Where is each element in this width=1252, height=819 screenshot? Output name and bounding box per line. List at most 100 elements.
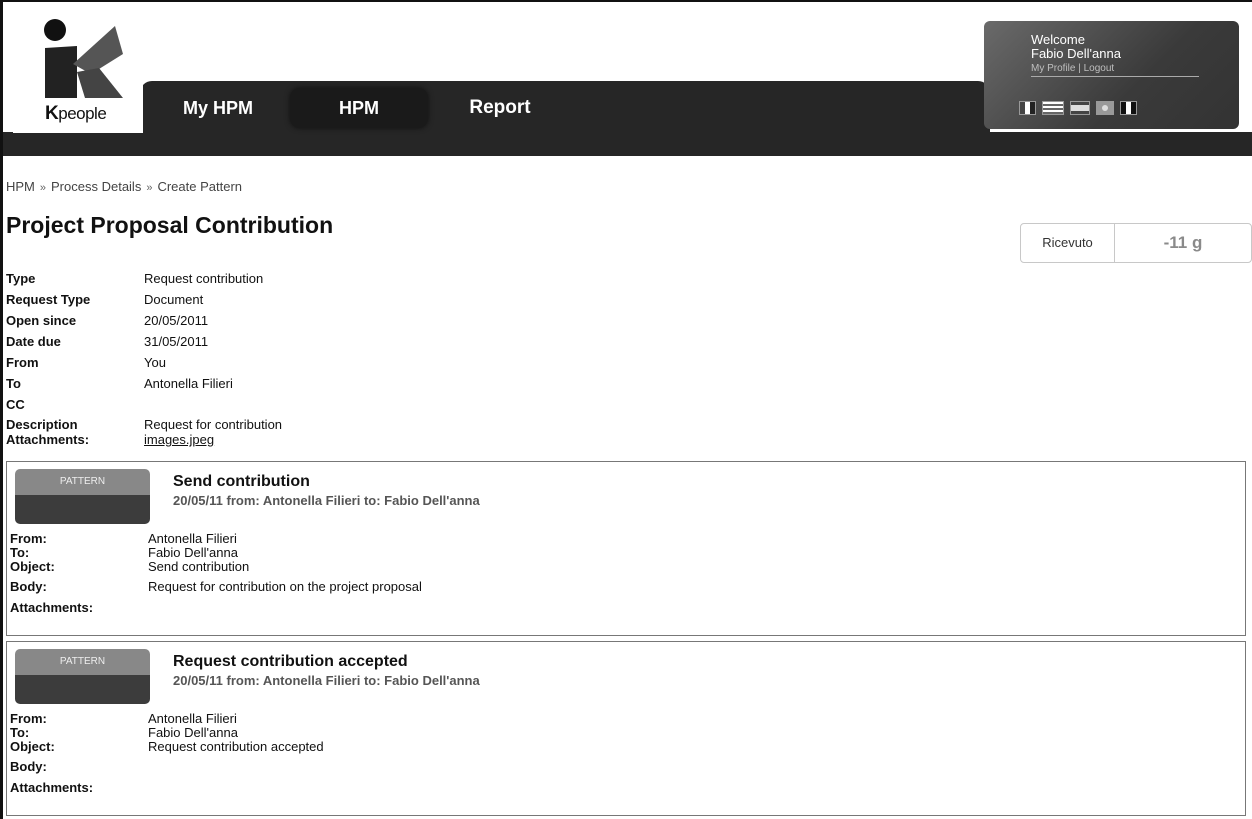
pattern-button[interactable]: PATTERN: [15, 649, 150, 704]
message-subtitle: 20/05/11 from: Antonella Filieri to: Fab…: [173, 493, 480, 508]
message-card: PATTERN Send contribution 20/05/11 from:…: [6, 461, 1246, 636]
link-separator: |: [1075, 63, 1084, 74]
breadcrumb: HPM » Process Details » Create Pattern: [6, 179, 242, 194]
detail-value: Request for contribution: [144, 417, 283, 432]
message-field-to: To: Fabio Dell'anna: [10, 546, 422, 560]
detail-value: Antonella Filieri: [144, 376, 233, 391]
field-value: Fabio Dell'anna: [148, 725, 238, 740]
detail-label: To: [6, 376, 21, 391]
logo-text: Kpeople: [45, 103, 107, 124]
logo[interactable]: Kpeople: [13, 6, 143, 133]
status-label: Ricevuto: [1021, 224, 1115, 262]
attachment-link[interactable]: images.jpeg: [144, 432, 214, 447]
pattern-badge-base: [15, 495, 150, 524]
detail-row-description: Description Request for contribution: [6, 415, 282, 432]
flag-japan-icon[interactable]: [1096, 101, 1114, 115]
status-days-remaining: -11 g: [1163, 233, 1203, 252]
field-value: Request contribution accepted: [148, 739, 324, 754]
status-box: Ricevuto -11 g: [1020, 223, 1252, 263]
app-window: Kpeople My HPM HPM Report Welcome Fabio …: [0, 0, 1252, 819]
detail-row-type: Type Request contribution: [6, 268, 282, 289]
my-profile-link[interactable]: My Profile: [1031, 63, 1075, 74]
tab-my-hpm[interactable]: My HPM: [163, 88, 273, 128]
user-panel: Welcome Fabio Dell'anna My Profile | Log…: [984, 21, 1239, 129]
flag-france-icon[interactable]: [1120, 101, 1137, 115]
detail-row-attachments: Attachments: images.jpeg: [6, 432, 282, 450]
field-value: Antonella Filieri: [148, 711, 237, 726]
tab-hpm[interactable]: HPM: [290, 88, 428, 128]
message-field-body: Body: Request for contribution on the pr…: [10, 580, 422, 594]
detail-row-open-since: Open since 20/05/2011: [6, 310, 282, 331]
message-field-body: Body:: [10, 760, 324, 774]
profile-links: My Profile | Logout: [1031, 63, 1199, 77]
message-subtitle: 20/05/11 from: Antonella Filieri to: Fab…: [173, 673, 480, 688]
flag-spain-icon[interactable]: [1070, 101, 1090, 115]
detail-label: CC: [6, 397, 25, 412]
message-field-attachments: Attachments:: [10, 781, 324, 795]
field-label: To:: [10, 545, 30, 560]
page-title: Project Proposal Contribution: [6, 212, 334, 238]
breadcrumb-create-pattern[interactable]: Create Pattern: [157, 179, 242, 194]
message-field-to: To: Fabio Dell'anna: [10, 726, 324, 740]
detail-label: Date due: [6, 334, 61, 349]
breadcrumb-separator: »: [39, 182, 47, 194]
message-field-object: Object: Request contribution accepted: [10, 740, 324, 754]
detail-row-date-due: Date due 31/05/2011: [6, 331, 282, 352]
message-fields: From: Antonella Filieri To: Fabio Dell'a…: [10, 532, 422, 615]
language-flags: [1019, 101, 1137, 115]
field-value: Antonella Filieri: [148, 531, 237, 546]
field-value: Send contribution: [148, 559, 250, 574]
message-field-attachments: Attachments:: [10, 601, 422, 615]
user-name: Fabio Dell'anna: [1031, 46, 1121, 61]
field-label: Object:: [10, 559, 55, 574]
message-field-object: Object: Send contribution: [10, 560, 422, 574]
field-label: Attachments:: [10, 780, 94, 795]
header-band: [3, 132, 1252, 156]
flag-italy-icon[interactable]: [1019, 101, 1036, 115]
process-details: Type Request contribution Request Type D…: [6, 268, 282, 450]
detail-label: From: [6, 355, 39, 370]
kpeople-logo-icon: [44, 19, 123, 98]
detail-row-to: To Antonella Filieri: [6, 373, 282, 394]
detail-value: You: [144, 355, 166, 370]
header: Kpeople My HPM HPM Report Welcome Fabio …: [3, 2, 1252, 156]
detail-label: Type: [6, 271, 36, 286]
pattern-badge-base: [15, 675, 150, 704]
detail-label: Open since: [6, 313, 77, 328]
detail-value: Document: [144, 292, 204, 307]
logout-link[interactable]: Logout: [1084, 63, 1115, 74]
detail-label: Request Type: [6, 292, 91, 307]
detail-value: 20/05/2011: [144, 313, 209, 328]
breadcrumb-process-details[interactable]: Process Details: [51, 179, 141, 194]
field-label: Object:: [10, 739, 55, 754]
breadcrumb-separator: »: [146, 182, 153, 194]
message-title: Request contribution accepted: [173, 653, 408, 670]
message-title: Send contribution: [173, 473, 310, 490]
message-card: PATTERN Request contribution accepted 20…: [6, 641, 1246, 816]
pattern-badge-label: PATTERN: [15, 649, 150, 675]
detail-label: Attachments:: [6, 432, 90, 447]
field-label: From:: [10, 531, 47, 546]
field-label: Body:: [10, 579, 47, 594]
detail-row-cc: CC: [6, 394, 282, 415]
message-field-from: From: Antonella Filieri: [10, 712, 324, 726]
detail-label: Description: [6, 417, 78, 432]
field-label: From:: [10, 711, 47, 726]
field-label: Body:: [10, 759, 47, 774]
pattern-badge-label: PATTERN: [15, 469, 150, 495]
field-value: Fabio Dell'anna: [148, 545, 238, 560]
detail-row-from: From You: [6, 352, 282, 373]
field-label: Attachments:: [10, 600, 94, 615]
welcome-text: Welcome: [1031, 32, 1085, 47]
detail-value: 31/05/2011: [144, 334, 209, 349]
pattern-button[interactable]: PATTERN: [15, 469, 150, 524]
message-field-from: From: Antonella Filieri: [10, 532, 422, 546]
field-label: To:: [10, 725, 30, 740]
tab-report[interactable]: Report: [440, 88, 560, 128]
detail-row-request-type: Request Type Document: [6, 289, 282, 310]
detail-value: Request contribution: [144, 271, 264, 286]
flag-uk-icon[interactable]: [1042, 101, 1064, 115]
breadcrumb-hpm[interactable]: HPM: [6, 179, 35, 194]
message-fields: From: Antonella Filieri To: Fabio Dell'a…: [10, 712, 324, 795]
field-value: Request for contribution on the project …: [148, 579, 422, 594]
